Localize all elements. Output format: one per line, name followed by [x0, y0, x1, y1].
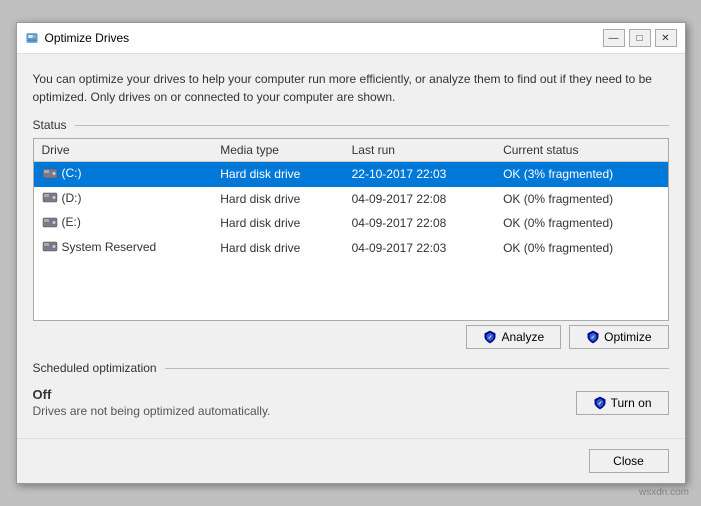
scheduled-divider: [165, 368, 669, 369]
turn-on-label: Turn on: [611, 396, 652, 410]
col-last-run: Last run: [344, 139, 495, 162]
cell-current-status: OK (0% fragmented): [495, 187, 667, 212]
status-divider: [75, 125, 669, 126]
window-controls: — □ ✕: [603, 29, 677, 47]
col-current-status: Current status: [495, 139, 667, 162]
cell-media-type: Hard disk drive: [212, 187, 343, 212]
scheduled-section: Scheduled optimization Off Drives are no…: [33, 361, 669, 418]
drives-table-container: Drive Media type Last run Current status…: [33, 138, 669, 321]
table-row-empty: [34, 300, 668, 320]
optimize-label: Optimize: [604, 330, 651, 344]
table-header-row: Drive Media type Last run Current status: [34, 139, 668, 162]
svg-text:✓: ✓: [591, 335, 595, 341]
cell-media-type: Hard disk drive: [212, 211, 343, 236]
table-row[interactable]: (E:) Hard disk drive04-09-2017 22:08OK (0…: [34, 211, 668, 236]
svg-text:✓: ✓: [488, 335, 492, 341]
drive-name: System Reserved: [62, 240, 157, 254]
table-row[interactable]: (D:) Hard disk drive04-09-2017 22:08OK (0…: [34, 187, 668, 212]
status-header: Status: [33, 118, 669, 132]
scheduled-info: Off Drives are not being optimized autom…: [33, 387, 271, 418]
status-section: Status Drive Media type Last run Current…: [33, 118, 669, 349]
turn-on-shield-icon: ✓: [593, 396, 607, 410]
disk-drive-icon: [42, 240, 58, 253]
drive-name: (E:): [62, 215, 81, 229]
main-content: You can optimize your drives to help you…: [17, 54, 685, 434]
cell-current-status: OK (3% fragmented): [495, 162, 667, 187]
close-button[interactable]: Close: [589, 449, 669, 473]
table-row[interactable]: (C:) Hard disk drive22-10-2017 22:03OK (3…: [34, 162, 668, 187]
watermark: wsxdn.com: [639, 487, 689, 498]
cell-media-type: Hard disk drive: [212, 236, 343, 261]
col-drive: Drive: [34, 139, 213, 162]
cell-drive: (E:): [34, 211, 213, 236]
scheduled-description: Drives are not being optimized automatic…: [33, 404, 271, 418]
svg-text:✓: ✓: [597, 400, 601, 406]
cell-last-run: 04-09-2017 22:08: [344, 211, 495, 236]
cell-media-type: Hard disk drive: [212, 162, 343, 187]
analyze-button[interactable]: ✓ Analyze: [466, 325, 561, 349]
optimize-shield-icon: ✓: [586, 330, 600, 344]
status-label: Status: [33, 118, 67, 132]
cell-last-run: 22-10-2017 22:03: [344, 162, 495, 187]
cell-drive: (C:): [34, 162, 213, 187]
cell-current-status: OK (0% fragmented): [495, 211, 667, 236]
description-text: You can optimize your drives to help you…: [33, 70, 669, 106]
cell-drive: (D:): [34, 187, 213, 212]
analyze-label: Analyze: [501, 330, 544, 344]
scheduled-label: Scheduled optimization: [33, 361, 157, 375]
cell-last-run: 04-09-2017 22:08: [344, 187, 495, 212]
scheduled-status: Off: [33, 387, 271, 402]
disk-drive-icon: [42, 191, 58, 204]
optimize-drives-window: Optimize Drives — □ ✕ You can optimize y…: [16, 22, 686, 484]
maximize-button[interactable]: □: [629, 29, 651, 47]
disk-drive-icon: [42, 167, 58, 180]
table-row-empty: [34, 280, 668, 300]
cell-last-run: 04-09-2017 22:03: [344, 236, 495, 261]
col-media-type: Media type: [212, 139, 343, 162]
minimize-button[interactable]: —: [603, 29, 625, 47]
close-label: Close: [613, 454, 644, 468]
drive-name: (D:): [62, 191, 82, 205]
title-bar: Optimize Drives — □ ✕: [17, 23, 685, 54]
window-title: Optimize Drives: [45, 31, 603, 45]
close-window-button[interactable]: ✕: [655, 29, 677, 47]
window-icon: [25, 32, 39, 44]
optimize-button[interactable]: ✓ Optimize: [569, 325, 668, 349]
table-row[interactable]: System Reserved Hard disk drive04-09-2017…: [34, 236, 668, 261]
drive-name: (C:): [62, 166, 82, 180]
footer: Close: [17, 438, 685, 483]
turn-on-button[interactable]: ✓ Turn on: [576, 391, 669, 415]
scheduled-row: Off Drives are not being optimized autom…: [33, 387, 669, 418]
scheduled-header: Scheduled optimization: [33, 361, 669, 375]
table-row-empty: [34, 260, 668, 280]
analyze-shield-icon: ✓: [483, 330, 497, 344]
cell-current-status: OK (0% fragmented): [495, 236, 667, 261]
cell-drive: System Reserved: [34, 236, 213, 261]
disk-drive-icon: [42, 216, 58, 229]
drive-actions-row: ✓ Analyze ✓ Optimize: [33, 321, 669, 349]
drives-table: Drive Media type Last run Current status…: [34, 139, 668, 320]
